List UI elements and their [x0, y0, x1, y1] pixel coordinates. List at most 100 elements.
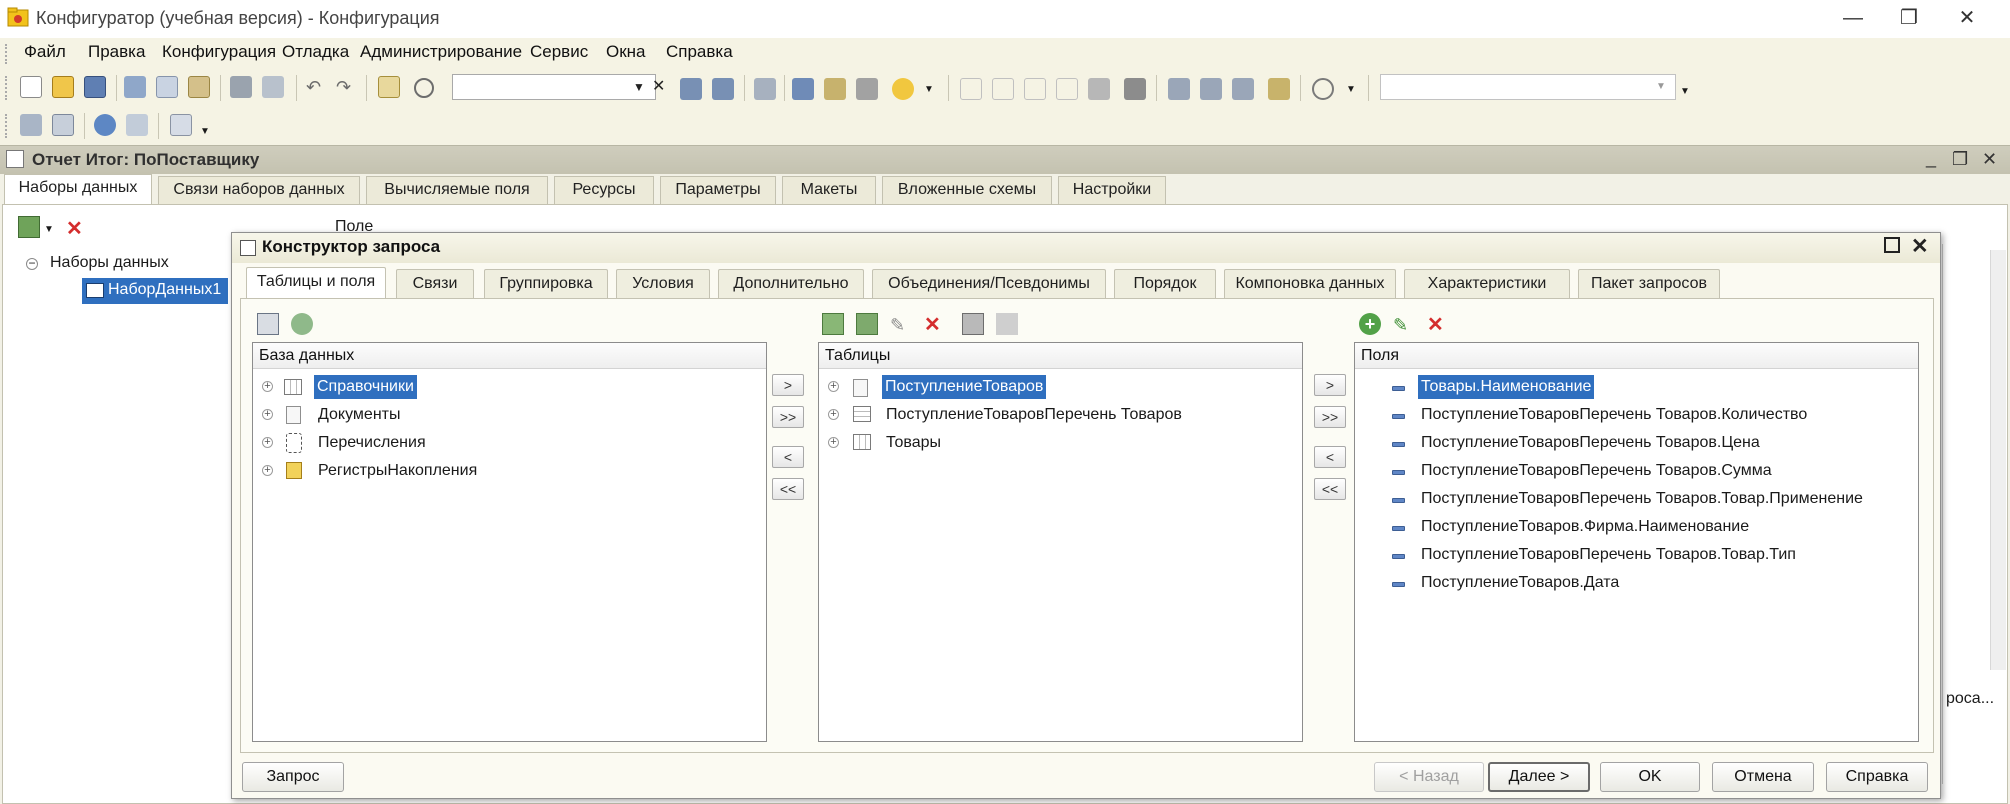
- debug-step-into-icon[interactable]: [1024, 78, 1046, 100]
- open-doc-icon[interactable]: [856, 78, 878, 100]
- tab-parameters[interactable]: Параметры: [660, 176, 776, 204]
- delete-icon[interactable]: ✕: [66, 216, 83, 241]
- chevron-down-icon[interactable]: ▼: [1680, 86, 1690, 97]
- tab-calculated-fields[interactable]: Вычисляемые поля: [366, 176, 548, 204]
- menu-debug[interactable]: Отладка: [282, 42, 349, 62]
- windows-icon[interactable]: [754, 78, 776, 100]
- module-icon[interactable]: [20, 114, 42, 136]
- find-next-icon[interactable]: [680, 78, 702, 100]
- copy-icon[interactable]: [156, 76, 178, 98]
- move-all-left-button[interactable]: <<: [772, 478, 804, 500]
- expand-icon[interactable]: +: [828, 437, 839, 448]
- tab-datasets[interactable]: Наборы данных: [4, 174, 152, 204]
- cut-icon[interactable]: [124, 76, 146, 98]
- tab-grouping[interactable]: Группировка: [484, 269, 608, 298]
- tab-tables-and-fields[interactable]: Таблицы и поля: [246, 267, 386, 299]
- tree-root[interactable]: Наборы данных: [50, 254, 169, 272]
- info-icon[interactable]: [892, 78, 914, 100]
- tab-nested-schemas[interactable]: Вложенные схемы: [882, 176, 1052, 204]
- timer-icon[interactable]: [1312, 78, 1334, 100]
- move-right-button[interactable]: >: [772, 374, 804, 396]
- maximize-icon[interactable]: [1884, 237, 1900, 253]
- expand-icon[interactable]: +: [262, 437, 273, 448]
- add-nested-table-icon[interactable]: [856, 313, 878, 335]
- save-icon[interactable]: [84, 76, 106, 98]
- scrollbar[interactable]: [1990, 250, 2006, 670]
- field-item[interactable]: ПоступлениеТоваров.Фирма.Наименование: [1421, 515, 1749, 539]
- run-icon[interactable]: [170, 114, 192, 136]
- close-button[interactable]: ✕: [1944, 4, 1990, 32]
- move-all-right-button[interactable]: >>: [772, 406, 804, 428]
- config-update-icon[interactable]: [1268, 78, 1290, 100]
- db-item-catalogs[interactable]: Справочники: [314, 375, 417, 399]
- expand-icon[interactable]: +: [262, 465, 273, 476]
- menu-file[interactable]: Файл: [24, 42, 66, 62]
- tab-dataset-links[interactable]: Связи наборов данных: [158, 176, 360, 204]
- tab-data-composition[interactable]: Компоновка данных: [1224, 269, 1396, 298]
- debug-start-icon[interactable]: [960, 78, 982, 100]
- report-restore-button[interactable]: ❐: [1952, 149, 1968, 170]
- collapse-icon[interactable]: −: [26, 257, 38, 270]
- help-search-icon[interactable]: [824, 78, 846, 100]
- db-item-accum-registers[interactable]: РегистрыНакопления: [318, 459, 477, 483]
- replace-table-icon[interactable]: [962, 313, 984, 335]
- database-icon[interactable]: [94, 114, 116, 136]
- chevron-down-icon[interactable]: ▼: [200, 126, 210, 137]
- field-item[interactable]: ПоступлениеТоваровПеречень Товаров.Товар…: [1421, 487, 1863, 511]
- table-item-receipt-list[interactable]: ПоступлениеТоваровПеречень Товаров: [886, 403, 1182, 427]
- form-icon[interactable]: [52, 114, 74, 136]
- open-folder-icon[interactable]: [52, 76, 74, 98]
- expand-icon[interactable]: +: [828, 409, 839, 420]
- report-close-button[interactable]: ✕: [1982, 149, 1997, 170]
- tab-additional[interactable]: Дополнительно: [718, 269, 864, 298]
- tab-query-batch[interactable]: Пакет запросов: [1578, 269, 1720, 298]
- clear-search-icon[interactable]: ✕: [652, 76, 670, 98]
- undo-icon[interactable]: ↶: [306, 78, 324, 96]
- chevron-down-icon[interactable]: ▼: [924, 84, 934, 95]
- tab-order[interactable]: Порядок: [1114, 269, 1216, 298]
- back-button[interactable]: < Назад: [1374, 762, 1484, 792]
- table-icon[interactable]: [126, 114, 148, 136]
- new-file-icon[interactable]: [20, 76, 42, 98]
- fields-panel[interactable]: Поля: [1354, 342, 1919, 742]
- add-field-icon[interactable]: +: [1359, 313, 1381, 335]
- move-field-right-button[interactable]: >: [1314, 374, 1346, 396]
- tables-panel[interactable]: Таблицы: [818, 342, 1303, 742]
- debug-step-icon[interactable]: [992, 78, 1014, 100]
- field-item[interactable]: ПоступлениеТоваров.Дата: [1421, 571, 1619, 595]
- table-settings-icon[interactable]: [996, 313, 1018, 335]
- sort-list-icon[interactable]: [257, 313, 279, 335]
- debug-stop-icon[interactable]: [1088, 78, 1110, 100]
- tab-characteristics[interactable]: Характеристики: [1404, 269, 1570, 298]
- move-field-left-button[interactable]: <: [1314, 446, 1346, 468]
- tab-settings[interactable]: Настройки: [1058, 176, 1166, 204]
- chevron-down-icon[interactable]: ▼: [44, 224, 54, 235]
- syntax-assistant-icon[interactable]: [792, 78, 814, 100]
- print-icon[interactable]: [230, 76, 252, 98]
- restore-button[interactable]: ❐: [1886, 4, 1932, 32]
- move-all-fields-left-button[interactable]: <<: [1314, 478, 1346, 500]
- tab-conditions[interactable]: Условия: [616, 269, 710, 298]
- menu-service[interactable]: Сервис: [530, 42, 588, 62]
- expand-icon[interactable]: +: [262, 409, 273, 420]
- field-item[interactable]: ПоступлениеТоваровПеречень Товаров.Колич…: [1421, 403, 1807, 427]
- minimize-button[interactable]: —: [1830, 4, 1876, 32]
- tab-links[interactable]: Связи: [396, 269, 474, 298]
- db-item-documents[interactable]: Документы: [318, 403, 400, 427]
- close-icon[interactable]: ✕: [1911, 234, 1929, 259]
- add-table-icon[interactable]: [822, 313, 844, 335]
- menu-windows[interactable]: Окна: [606, 42, 646, 62]
- search-icon[interactable]: [414, 78, 434, 98]
- find-previous-icon[interactable]: [712, 78, 734, 100]
- expand-icon[interactable]: +: [828, 381, 839, 392]
- find-in-tree-icon[interactable]: [378, 76, 400, 98]
- tab-unions-aliases[interactable]: Объединения/Псевдонимы: [872, 269, 1106, 298]
- search-combo[interactable]: [452, 74, 656, 100]
- config-window-icon[interactable]: [1200, 78, 1222, 100]
- delete-field-icon[interactable]: ✕: [1427, 312, 1449, 336]
- debug-breakpoint-icon[interactable]: [1124, 78, 1146, 100]
- debug-step-out-icon[interactable]: [1056, 78, 1078, 100]
- menu-configuration[interactable]: Конфигурация: [162, 42, 276, 62]
- table-item-receipt[interactable]: ПоступлениеТоваров: [882, 375, 1047, 399]
- menu-administration[interactable]: Администрирование: [360, 42, 522, 62]
